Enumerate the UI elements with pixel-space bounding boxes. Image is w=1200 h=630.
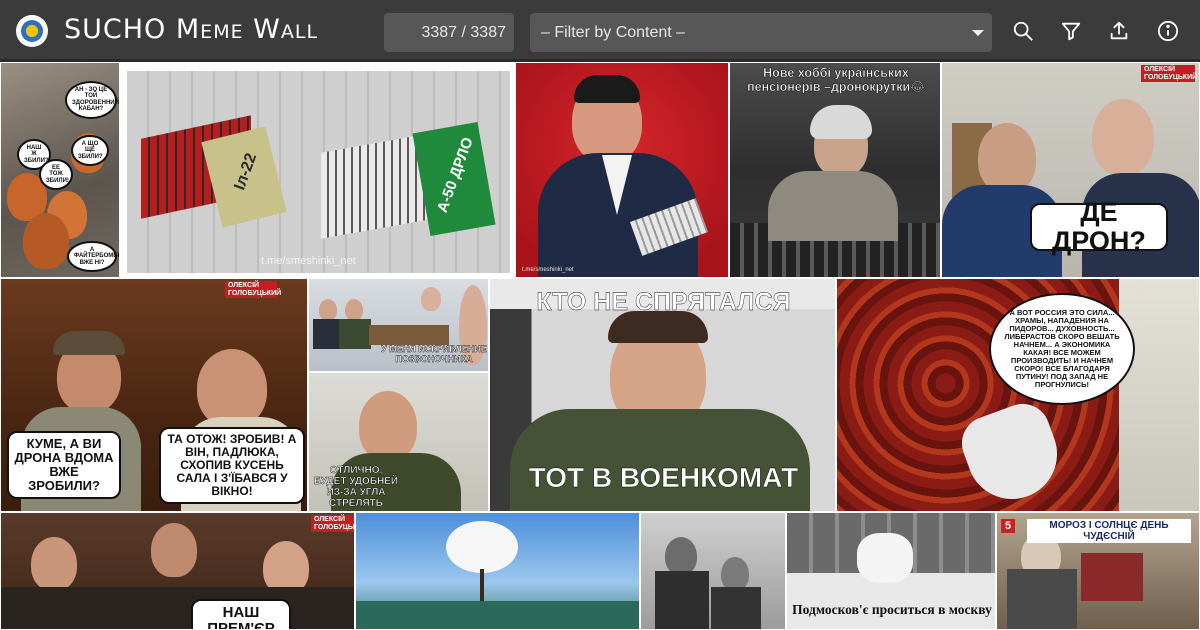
speech-bubble: ТА ОТОЖ! ЗРОБИВ! А ВІН, ПАДЛЮКА, СХОПИВ … xyxy=(159,427,305,504)
author-tag: ОЛЕКСІЙ ГОЛОБУЦЬКИЙ xyxy=(225,281,281,299)
meme-caption: ОТЛИЧНО, БУДЕТ УДОБНЕЙ ИЗ-ЗА УГЛА СТРЕЛЯ… xyxy=(313,465,399,509)
speech-bubble: ЕЕ ТОЖ ЗБИЛИ! xyxy=(39,159,73,191)
speech-bubble: АН - ЗО ЦЕ ТОЙ ЗДОРОВЕННИЙ КАБАН? xyxy=(65,81,119,119)
filter-by-content-select[interactable]: – Filter by Content – xyxy=(530,13,992,52)
meme-tile-frost[interactable]: 5 МОРОЗ І СОЛНЦЄ ДЕНЬ ЧУДЄСНІЙ xyxy=(996,512,1200,630)
meme-caption: НАШ ПРЕМ'ЄР xyxy=(191,599,291,629)
info-icon[interactable] xyxy=(1155,18,1181,44)
author-tag: ОЛЕКСІЙ ГОЛОБУЦЬКИЙ xyxy=(311,515,354,533)
search-icon[interactable] xyxy=(1010,18,1036,44)
meme-caption-bottom: ТОТ В ВОЕНКОМАТ xyxy=(528,462,799,493)
author-tag: ОЛЕКСІЙ ГОЛОБУЦЬКИЙ xyxy=(1141,65,1197,83)
meme-tile-carpet[interactable]: А ВОТ РОССИЯ ЭТО СИЛА... ХРАМЫ, НАПАДЕНИ… xyxy=(836,278,1200,512)
meme-tile-accordions[interactable]: Іл-22 А-50 ДРЛО t.me/smeshinki_net xyxy=(120,62,515,278)
watermark: t.me/smeshinki_net xyxy=(261,255,356,267)
meme-caption: Нове хоббі українських пенсіонерів –дрон… xyxy=(747,66,925,94)
meme-caption-top: КТО НЕ СПРЯТАЛСЯ xyxy=(536,288,791,316)
meme-tile-office[interactable]: У МЕНЯ ИСКРИВЛЕНИЕ ПОЗВОНОЧНИКА xyxy=(308,278,489,372)
filter-select-label: – Filter by Content – xyxy=(541,23,686,41)
meme-tile-drone-granny[interactable]: Нове хоббі українських пенсіонерів –дрон… xyxy=(729,62,941,278)
meme-tile-voenkomat[interactable]: КТО НЕ СПРЯТАЛСЯ ТОТ В ВОЕНКОМАТ xyxy=(489,278,836,512)
channel-badge: 5 xyxy=(1001,519,1015,533)
meme-tile-foxes[interactable]: АН - ЗО ЦЕ ТОЙ ЗДОРОВЕННИЙ КАБАН? НАШ Ж … xyxy=(0,62,120,278)
meme-tile-cotton[interactable] xyxy=(355,512,640,630)
meme-tile-holmes[interactable]: ОЛЕКСІЙ ГОЛОБУЦЬКИЙ НАШ ПРЕМ'ЄР xyxy=(0,512,355,630)
image-counter: 3387 / 3387 xyxy=(384,13,514,52)
upload-icon[interactable] xyxy=(1106,18,1132,44)
meme-caption: Подмосков'є проситься в москву xyxy=(792,602,992,617)
speech-bubble: А ВОТ РОССИЯ ЭТО СИЛА... ХРАМЫ, НАПАДЕНИ… xyxy=(989,293,1135,405)
speech-bubble: КУМЕ, А ВИ ДРОНА ВДОМА ВЖЕ ЗРОБИЛИ? xyxy=(7,431,121,500)
app-title: SUCHO Meme Wall xyxy=(64,14,319,45)
caret-down-icon xyxy=(972,30,984,36)
meme-caption: МОРОЗ І СОЛНЦЄ ДЕНЬ ЧУДЄСНІЙ xyxy=(1027,519,1191,543)
logo-icon[interactable] xyxy=(16,15,48,47)
meme-grid: АН - ЗО ЦЕ ТОЙ ЗДОРОВЕННИЙ КАБАН? НАШ Ж … xyxy=(0,62,1200,630)
speech-bubble: А ФАЙТЕРБОМБЕР ВЖЕ НІ? xyxy=(67,241,119,273)
meme-tile-singer[interactable]: t.me/smeshinki_net xyxy=(515,62,729,278)
meme-tile-where-drone[interactable]: ОЛЕКСІЙ ГОЛОБУЦЬКИЙ ДЕ ДРОН? xyxy=(941,62,1200,278)
meme-tile-kume[interactable]: ОЛЕКСІЙ ГОЛОБУЦЬКИЙ КУМЕ, А ВИ ДРОНА ВДО… xyxy=(0,278,308,512)
meme-tile-moscow[interactable]: Подмосков'є проситься в москву xyxy=(786,512,996,630)
meme-caption: У МЕНЯ ИСКРИВЛЕНИЕ ПОЗВОНОЧНИКА xyxy=(381,344,487,364)
filter-icon[interactable] xyxy=(1058,18,1084,44)
top-toolbar: SUCHO Meme Wall 3387 / 3387 – Filter by … xyxy=(0,0,1200,62)
meme-caption: ДЕ ДРОН? xyxy=(1030,197,1168,256)
meme-tile-old-photo[interactable] xyxy=(640,512,786,630)
meme-tile-officer-small[interactable]: ОТЛИЧНО, БУДЕТ УДОБНЕЙ ИЗ-ЗА УГЛА СТРЕЛЯ… xyxy=(308,372,489,512)
watermark: t.me/smeshinki_net xyxy=(522,267,574,273)
